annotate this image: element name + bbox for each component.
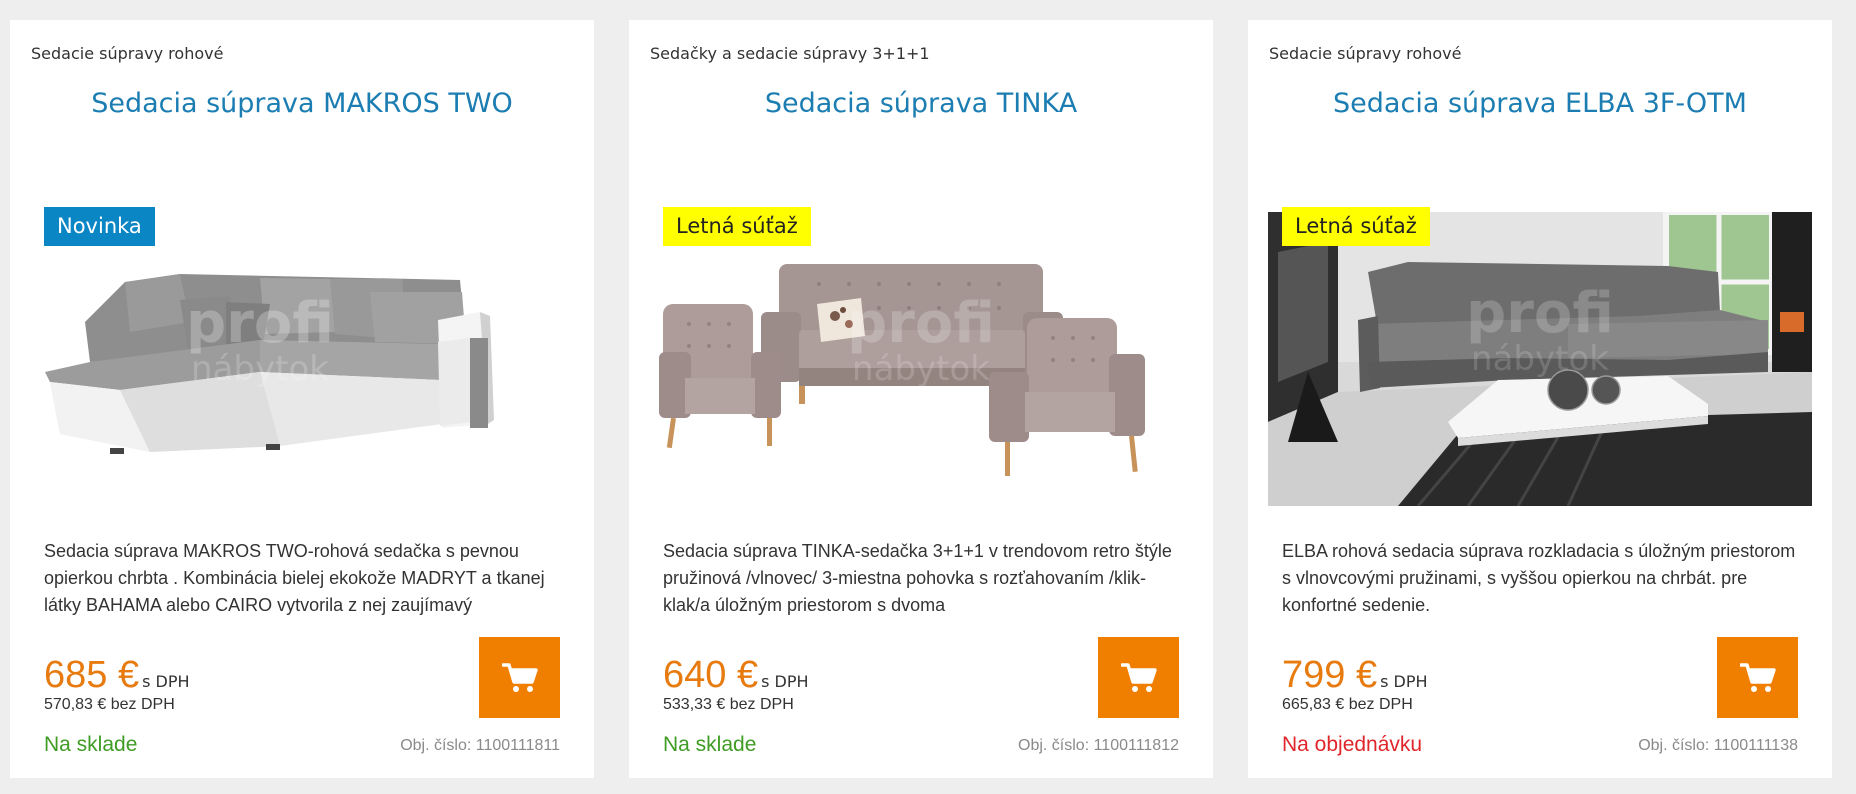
product-description: Sedacia súprava TINKA-sedačka 3+1+1 v tr… [663, 541, 1172, 615]
product-category[interactable]: Sedačky a sedacie súpravy 3+1+1 [650, 44, 930, 63]
sofa-set-image: profi nábytok [649, 212, 1193, 506]
price-value: 640 € [663, 654, 759, 696]
price-value: 685 € [44, 654, 140, 696]
svg-text:nábytok: nábytok [1471, 339, 1609, 379]
product-title[interactable]: Sedacia súprava ELBA 3F-OTM [1248, 88, 1832, 119]
product-image[interactable]: profi nábytok [30, 212, 574, 506]
badge-summer-contest: Letná súťaž [1282, 207, 1430, 246]
vat-label: s DPH [1380, 672, 1428, 691]
product-title[interactable]: Sedacia súprava MAKROS TWO [10, 88, 594, 119]
add-to-cart-button[interactable] [479, 637, 560, 718]
svg-text:nábytok: nábytok [191, 349, 329, 389]
stock-status: Na sklade [663, 733, 757, 756]
product-description: ELBA rohová sedacia súprava rozkladacia … [1282, 541, 1796, 615]
object-number: Obj. číslo: 1100111811 [400, 737, 560, 754]
price-with-vat: 640 € s DPH [663, 654, 809, 697]
svg-text:profi: profi [186, 291, 334, 356]
product-category[interactable]: Sedacie súpravy rohové [31, 44, 223, 63]
add-to-cart-button[interactable] [1098, 637, 1179, 718]
shopping-cart-icon [1120, 662, 1157, 692]
corner-sofa-room-image: profi nábytok [1268, 212, 1812, 506]
vat-label: s DPH [761, 672, 809, 691]
product-card[interactable]: Sedacie súpravy rohové Sedacia súprava M… [10, 20, 594, 778]
object-number: Obj. číslo: 1100111812 [1018, 737, 1179, 754]
product-category[interactable]: Sedacie súpravy rohové [1269, 44, 1461, 63]
svg-text:profi: profi [847, 291, 995, 356]
badge-new: Novinka [44, 207, 155, 246]
vat-label: s DPH [142, 672, 190, 691]
product-title[interactable]: Sedacia súprava TINKA [629, 88, 1213, 119]
price-with-vat: 799 € s DPH [1282, 654, 1428, 697]
object-number: Obj. číslo: 1100111138 [1638, 737, 1798, 754]
stock-status: Na objednávku [1282, 733, 1423, 756]
product-description: Sedacia súprava MAKROS TWO-rohová sedačk… [44, 541, 545, 615]
svg-text:nábytok: nábytok [852, 349, 990, 389]
price-value: 799 € [1282, 654, 1378, 696]
price-without-vat: 665,83 € bez DPH [1282, 696, 1413, 713]
add-to-cart-button[interactable] [1717, 637, 1798, 718]
price-without-vat: 533,33 € bez DPH [663, 696, 794, 713]
svg-text:profi: profi [1466, 281, 1614, 346]
product-card[interactable]: Sedacie súpravy rohové Sedacia súprava E… [1248, 20, 1832, 778]
product-image[interactable]: profi nábytok [649, 212, 1193, 506]
shopping-cart-icon [501, 662, 538, 692]
corner-sofa-image: profi nábytok [30, 212, 574, 506]
product-card[interactable]: Sedačky a sedacie súpravy 3+1+1 Sedacia … [629, 20, 1213, 778]
shopping-cart-icon [1739, 662, 1776, 692]
price-with-vat: 685 € s DPH [44, 654, 190, 697]
badge-summer-contest: Letná súťaž [663, 207, 811, 246]
product-image[interactable]: profi nábytok [1268, 212, 1812, 506]
price-without-vat: 570,83 € bez DPH [44, 696, 175, 713]
stock-status: Na sklade [44, 733, 138, 756]
